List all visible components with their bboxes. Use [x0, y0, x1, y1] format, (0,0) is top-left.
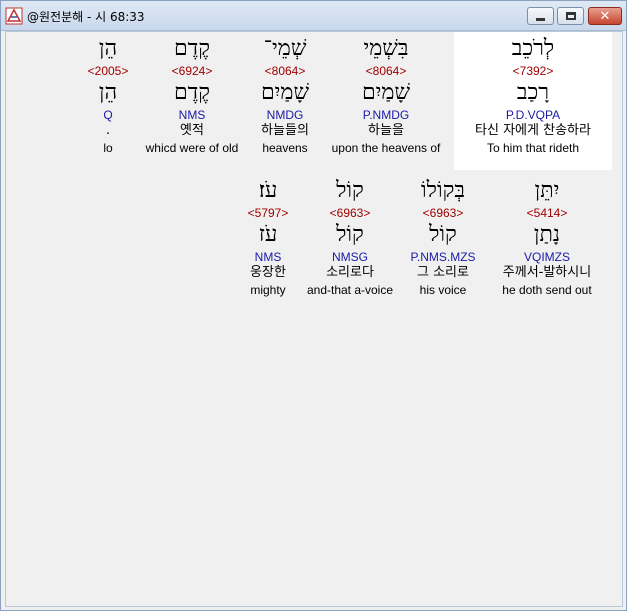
english-gloss: To him that rideth — [486, 141, 580, 155]
korean-gloss: 하늘들의 — [261, 123, 309, 138]
hebrew-word: הֵן — [98, 36, 118, 61]
strong-number: <6963> — [329, 206, 371, 220]
strong-number: <2005> — [87, 64, 129, 78]
morph-code: NMS — [178, 108, 206, 122]
strong-number: <5414> — [526, 206, 568, 220]
app-logo-icon — [5, 7, 23, 25]
hebrew-word: יִתֵּן — [534, 178, 560, 203]
morph-code: P.D.VQPA — [505, 108, 561, 122]
english-gloss: his voice — [419, 283, 467, 297]
title-bar[interactable]: @원전분해 - 시 68:33 ✕ — [1, 1, 626, 31]
hebrew-lemma: קוֹל — [429, 222, 457, 247]
hebrew-word: קֶדֶם — [173, 36, 211, 61]
english-gloss: heavens — [262, 141, 308, 155]
korean-gloss: . — [105, 123, 111, 138]
korean-gloss: 하늘을 — [368, 123, 404, 138]
english-gloss: he doth send out — [502, 283, 592, 297]
maximize-button[interactable] — [557, 7, 584, 25]
hebrew-word: לְרֹכֵב — [511, 36, 555, 61]
word-block[interactable]: לְרֹכֵב <7392> רָכַב P.D.VQPA 타신 자에게 찬송하… — [454, 34, 612, 156]
hebrew-lemma: נָתַן — [533, 222, 561, 247]
close-button[interactable]: ✕ — [588, 7, 622, 25]
korean-gloss: 주께서-발하시니 — [502, 265, 592, 280]
app-window: @원전분해 - 시 68:33 ✕ לְרֹכֵב <7392> רָכַב P… — [0, 0, 627, 611]
word-block[interactable]: הֵן <2005> הֵן Q . lo — [78, 34, 138, 156]
morph-code: NMSG — [332, 250, 368, 264]
korean-gloss: 웅장한 — [250, 265, 286, 280]
hebrew-word: קוֹל — [336, 178, 364, 203]
hebrew-lemma: הֵן — [98, 80, 118, 105]
close-icon: ✕ — [599, 8, 611, 24]
hebrew-lemma: רָכַב — [516, 80, 550, 105]
hebrew-lemma: שָׁמַיִם — [361, 80, 411, 105]
hebrew-lemma: שָׁמַיִם — [260, 80, 310, 105]
word-block[interactable]: יִתֵּן <5414> נָתַן VQIMZS 주께서-발하시니 he d… — [489, 176, 605, 298]
minimize-icon — [536, 17, 545, 21]
hebrew-lemma: קוֹל — [336, 222, 364, 247]
strong-number: <6924> — [171, 64, 213, 78]
strong-number: <6963> — [422, 206, 464, 220]
minimize-button[interactable] — [527, 7, 554, 25]
korean-gloss: 타신 자에게 찬송하라 — [475, 123, 591, 138]
morph-code: Q — [103, 108, 113, 122]
hebrew-word: שְׁמֵי־ — [263, 36, 307, 61]
english-gloss: whicd were of old — [145, 141, 239, 155]
word-block[interactable]: קֶדֶם <6924> קֶדֶם NMS 옛적 whicd were of … — [140, 34, 244, 156]
hebrew-word: עֹז׃ — [258, 178, 278, 203]
window-title: @원전분해 - 시 68:33 — [27, 10, 145, 24]
word-block[interactable]: שְׁמֵי־ <8064> שָׁמַיִם NMDG 하늘들의 heaven… — [242, 34, 328, 156]
strong-number: <5797> — [247, 206, 289, 220]
korean-gloss: 옛적 — [180, 123, 204, 138]
morph-code: NMS — [254, 250, 282, 264]
hebrew-word: בְּקוֹלוֹ — [421, 178, 465, 203]
morph-code: P.NMDG — [362, 108, 410, 122]
morph-code: NMDG — [266, 108, 304, 122]
strong-number: <8064> — [264, 64, 306, 78]
analysis-panel: לְרֹכֵב <7392> רָכַב P.D.VQPA 타신 자에게 찬송하… — [5, 31, 623, 607]
word-block[interactable]: קוֹל <6963> קוֹל NMSG 소리로다 and-that a-vo… — [302, 176, 398, 298]
english-gloss: and-that a-voice — [306, 283, 394, 297]
maximize-icon — [565, 12, 576, 20]
word-block[interactable]: עֹז׃ <5797> עֹז NMS 웅장한 mighty — [240, 176, 296, 298]
strong-number: <7392> — [512, 64, 554, 78]
english-gloss: upon the heavens of — [331, 141, 441, 155]
english-gloss: lo — [103, 141, 113, 155]
word-block[interactable]: בִּשְׁמֵי <8064> שָׁמַיִם P.NMDG 하늘을 upo… — [319, 34, 453, 156]
hebrew-lemma: עֹז — [258, 222, 278, 247]
strong-number: <8064> — [365, 64, 407, 78]
hebrew-word: בִּשְׁמֵי — [363, 36, 409, 61]
morph-code: P.NMS.MZS — [410, 250, 476, 264]
word-block[interactable]: בְּקוֹלוֹ <6963> קוֹל P.NMS.MZS 그 소리로 hi… — [400, 176, 486, 298]
english-gloss: mighty — [250, 283, 286, 297]
korean-gloss: 그 소리로 — [417, 265, 469, 280]
hebrew-lemma: קֶדֶם — [173, 80, 211, 105]
morph-code: VQIMZS — [523, 250, 570, 264]
korean-gloss: 소리로다 — [326, 265, 374, 280]
